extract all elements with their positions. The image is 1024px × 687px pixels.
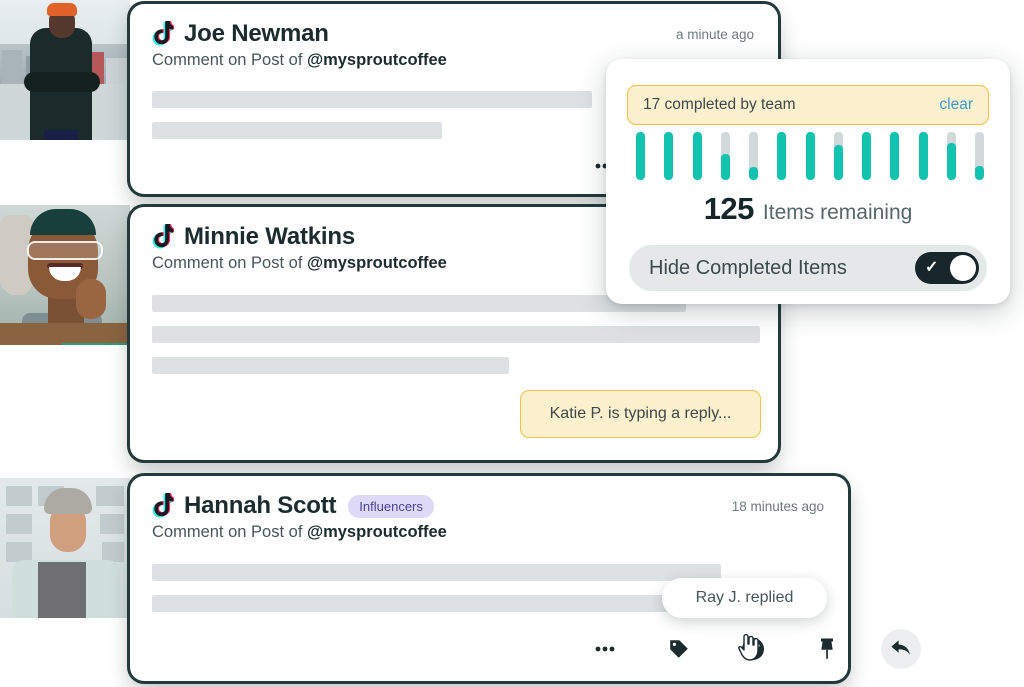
completion-bar [692, 132, 702, 180]
completion-bar [749, 132, 758, 180]
card-subline-prefix: Comment on Post of [152, 254, 307, 272]
completion-bar [833, 132, 843, 180]
content-placeholder-line [152, 357, 509, 374]
items-remaining-count: 125 [703, 191, 755, 226]
completion-bar [946, 132, 956, 180]
completion-bar [720, 132, 730, 180]
completion-bar-fill [918, 132, 928, 180]
card-timestamp: 18 minutes ago [731, 498, 824, 514]
completion-bar-fill [805, 132, 815, 180]
hand-cursor-icon [736, 632, 762, 662]
completion-bar-fill [749, 166, 758, 180]
hide-completed-toggle[interactable]: ✓ [915, 252, 979, 284]
completion-bar-fill [636, 132, 645, 180]
typing-indicator-bubble: Katie P. is typing a reply... [520, 390, 761, 438]
screenshot-root: Joe Newman a minute ago Comment on Post … [0, 0, 1024, 687]
completion-bar [975, 132, 984, 180]
tiktok-icon [152, 493, 174, 519]
tiktok-icon [152, 21, 174, 47]
reply-icon[interactable] [881, 629, 921, 669]
hide-completed-label: Hide Completed Items [649, 256, 847, 279]
completion-bar-fill [720, 153, 730, 180]
completion-bar-fill [946, 142, 956, 180]
completion-stats-panel[interactable]: 17 completed by team clear 125 Items rema… [606, 59, 1010, 304]
completed-banner-text: 17 completed by team [643, 96, 796, 113]
completion-bar [664, 132, 674, 180]
tag-icon[interactable] [659, 629, 699, 669]
completion-bar [890, 132, 900, 180]
hide-completed-row[interactable]: Hide Completed Items ✓ [629, 245, 987, 291]
completion-bar [862, 132, 871, 180]
card-subline: Comment on Post of @mysproutcoffee [130, 520, 848, 542]
completion-bar-fill [664, 132, 674, 180]
completion-bar-fill [862, 132, 871, 180]
completion-bar-fill [890, 132, 900, 180]
card-timestamp: a minute ago [675, 26, 754, 42]
reply-notification-bubble: Ray J. replied [662, 578, 827, 618]
completion-bar [805, 132, 815, 180]
completion-bar-fill [777, 132, 787, 180]
ellipsis-icon[interactable] [585, 629, 625, 669]
completion-bar-chart [636, 132, 984, 180]
completion-bar-fill [692, 132, 702, 180]
card-header: Joe Newman a minute ago [130, 4, 778, 48]
card-subline-prefix: Comment on Post of [152, 51, 307, 69]
card-header: Hannah Scott Influencers 18 minutes ago [130, 476, 848, 520]
card-author-name: Minnie Watkins [184, 223, 355, 250]
completion-bar [918, 132, 928, 180]
completion-bar [636, 132, 645, 180]
avatar-photo-2[interactable] [0, 205, 130, 345]
content-placeholder-line [152, 564, 721, 581]
items-remaining-label: Items remaining [762, 201, 913, 224]
content-placeholder-line [152, 91, 592, 108]
status-badge: Influencers [348, 494, 434, 518]
avatar-photo-1[interactable] [0, 0, 130, 140]
card-author-name: Hannah Scott [184, 492, 337, 519]
tiktok-icon [152, 224, 174, 250]
toggle-knob [950, 255, 976, 281]
completed-banner: 17 completed by team clear [627, 85, 989, 125]
avatar-photo-3[interactable] [0, 478, 130, 618]
card-subline-prefix: Comment on Post of [152, 523, 307, 541]
check-icon: ✓ [925, 259, 939, 276]
content-placeholder-line [152, 295, 686, 312]
completion-bar-fill [975, 165, 984, 180]
content-placeholder-line [152, 326, 760, 343]
clear-link[interactable]: clear [939, 96, 973, 114]
content-placeholder-line [152, 122, 442, 139]
items-remaining: 125 Items remaining [606, 191, 1010, 227]
pin-icon[interactable] [807, 629, 847, 669]
card-subline-handle: @mysproutcoffee [307, 523, 447, 541]
completion-bar-fill [833, 145, 843, 180]
card-subline-handle: @mysproutcoffee [307, 254, 447, 272]
card-author-name: Joe Newman [184, 20, 329, 47]
completion-bar [777, 132, 787, 180]
card-subline-handle: @mysproutcoffee [307, 51, 447, 69]
